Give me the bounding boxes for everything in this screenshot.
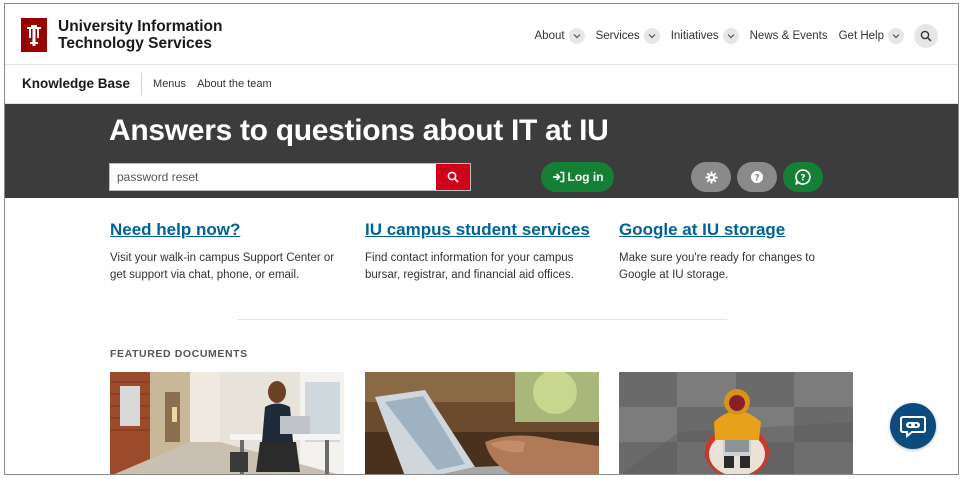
search-submit-button[interactable] — [436, 164, 470, 190]
chevron-down-icon[interactable] — [888, 28, 904, 44]
subnav-menus-link[interactable]: Menus — [153, 78, 186, 90]
nav-initiatives[interactable]: Initiatives — [671, 28, 739, 44]
kb-search-input[interactable] — [110, 164, 436, 190]
brand-line-1: University Information — [58, 18, 223, 35]
promo-google-storage: Google at IU storage Make sure you're re… — [619, 220, 834, 284]
promo-google-storage-link[interactable]: Google at IU storage — [619, 220, 834, 240]
help-button[interactable]: ? — [737, 162, 777, 192]
featured-document-image-2[interactable] — [365, 372, 599, 474]
promo-google-storage-text: Make sure you're ready for changes to Go… — [619, 252, 815, 281]
subnav-about-team-link[interactable]: About the team — [197, 78, 272, 90]
chevron-down-icon[interactable] — [568, 28, 585, 44]
nav-get-help[interactable]: Get Help — [839, 28, 904, 44]
promo-student-services: IU campus student services Find contact … — [365, 220, 605, 284]
hero-title: Answers to questions about IT at IU — [109, 114, 609, 147]
featured-documents-heading: FEATURED DOCUMENTS — [110, 348, 248, 360]
nav-services-label: Services — [595, 30, 640, 42]
gear-icon — [704, 170, 718, 184]
svg-text:?: ? — [800, 174, 805, 184]
sign-in-icon — [552, 171, 564, 183]
nav-initiatives-label: Initiatives — [670, 30, 719, 42]
promo-need-help-text: Visit your walk-in campus Support Center… — [110, 252, 335, 281]
main-nav: About Services Initiatives News & Events… — [524, 24, 938, 48]
hero-banner: Answers to questions about IT at IU Log … — [5, 104, 958, 198]
settings-button[interactable] — [691, 162, 731, 192]
promo-student-services-text: Find contact information for your campus… — [365, 252, 574, 281]
nav-news-events[interactable]: News & Events — [750, 30, 828, 42]
section-divider — [237, 319, 727, 320]
login-label: Log in — [567, 170, 604, 184]
promo-need-help-link[interactable]: Need help now? — [110, 220, 350, 240]
site-brand[interactable]: University Information Technology Servic… — [58, 18, 223, 52]
chatbot-button[interactable] — [890, 403, 936, 449]
featured-document-image-1[interactable] — [110, 372, 344, 474]
promo-need-help: Need help now? Visit your walk-in campus… — [110, 220, 350, 284]
login-button[interactable]: Log in — [541, 162, 614, 192]
promo-student-services-link[interactable]: IU campus student services — [365, 220, 605, 240]
kb-subnav: Knowledge Base Menus About the team — [5, 64, 958, 104]
iu-trident-icon[interactable] — [21, 18, 47, 52]
chevron-down-icon[interactable] — [722, 28, 739, 44]
search-icon[interactable] — [914, 24, 938, 48]
browser-frame: University Information Technology Servic… — [4, 3, 959, 475]
nav-services[interactable]: Services — [596, 28, 660, 44]
nav-news-events-label: News & Events — [749, 30, 828, 42]
site-header: University Information Technology Servic… — [5, 4, 958, 64]
brand-line-2: Technology Services — [58, 35, 212, 52]
chatbot-icon — [900, 416, 926, 438]
nav-about-label: About — [534, 30, 565, 42]
chat-help-button[interactable]: ? — [783, 162, 823, 192]
nav-get-help-label: Get Help — [838, 30, 884, 42]
nav-about[interactable]: About — [535, 28, 585, 44]
search-icon — [447, 171, 459, 183]
chat-question-icon: ? — [795, 169, 811, 185]
question-circle-icon: ? — [751, 171, 763, 184]
chevron-down-icon[interactable] — [643, 28, 660, 44]
kb-search-box — [109, 163, 471, 191]
featured-document-image-3[interactable] — [619, 372, 853, 474]
svg-text:?: ? — [754, 174, 759, 184]
kb-title[interactable]: Knowledge Base — [5, 73, 143, 95]
